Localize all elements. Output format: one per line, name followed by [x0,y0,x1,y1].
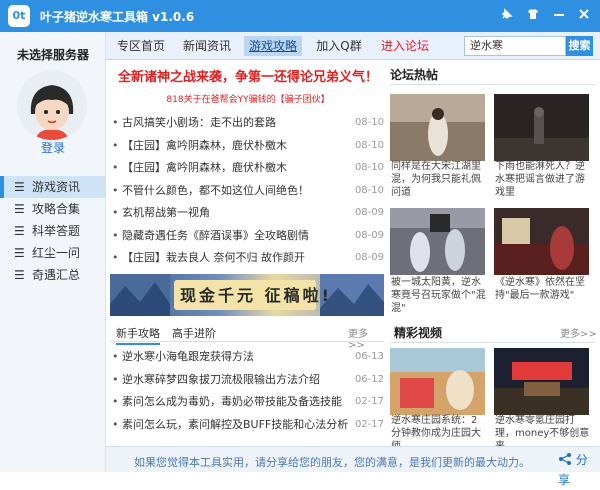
sidebar-item-label: 红尘一问 [32,246,81,260]
video-section-title: 精彩视频 [394,326,443,340]
news-title: 古风搞笑小剧场：走不出的套路 [122,116,276,129]
pin-icon[interactable] [498,7,516,25]
news-date: 08-10 [354,162,384,173]
guide-title: 素问怎么玩，素问解控及BUFF技能和心法分析 [122,417,349,431]
tab-home[interactable]: 专区首页 [112,36,170,56]
guide-list: • 逆水寒小海龟跟宠获得方法 06-13 • 逆水寒碎梦四象拔刀流极限输出方法介绍 06… [112,346,384,436]
banner-text: 现金千元 征稿啦! [180,286,332,305]
sidebar-nav: ☰ 游戏资讯 ☰ 攻略合集 ☰ 科举答题 ☰ 红尘一问 ☰ 奇遇汇总 [0,176,106,286]
divider [390,342,595,343]
news-date: 08-10 [354,184,384,196]
list-item[interactable]: • 逆水寒碎梦四象拔刀流极限输出方法介绍 06-12 [112,369,384,392]
bullet-icon: ☰ [14,180,25,194]
share-button[interactable]: 分享 [552,450,600,487]
minimize-icon[interactable] [550,7,568,25]
bullet-icon: ☰ [14,224,25,238]
news-title: 隐藏奇遇任务《醉酒误事》全攻略剧情 [122,228,309,242]
news-title: 【庄园】禽吟阴森林，鹿伏朴檄木 [122,161,287,174]
forum-caption[interactable]: 《逆水寒》依然在坚持"最后一款游戏" [495,276,591,302]
close-icon[interactable] [575,7,593,25]
news-title: 玄机帮战第一视角 [122,206,210,219]
skin-icon[interactable] [524,7,542,25]
guide-title: 素问怎么成为毒奶，毒奶必带技能及备选技能 [122,395,342,408]
tab-advanced[interactable]: 高手进阶 [172,325,216,341]
forum-caption[interactable]: 同样是在大宋江湖里混，为何我只能礼佩问道 [391,160,487,199]
list-item[interactable]: • 【庄园】栽去良人 奈何不归 故作颜开 08-09 [112,247,384,270]
news-title: 【庄园】禽吟阴森林，鹿伏朴檄木 [122,138,287,152]
tab-join-qq[interactable]: 加入Q群 [310,36,368,56]
share-icon [558,453,576,467]
sidebar: 未选择服务器 登录 ☰ 游戏资讯 ☰ 攻略合集 ☰ 科举答题 ☰ 红尘一问 ☰ 奇遇汇总 [0,32,106,472]
footer-text: 如果您觉得本工具实用，请分享给您的朋友，您的满意，是我们更新的最大动力。 [134,456,530,469]
tab-news[interactable]: 新闻资讯 [178,36,236,56]
guide-date: 06-13 [354,351,384,362]
news-date: 08-09 [354,252,384,263]
bullet-icon: ☰ [14,268,25,282]
window-title: 叶子猪逆水寒工具箱 v1.0.6 [40,10,195,24]
guide-date: 02-17 [354,418,384,430]
sidebar-item-label: 奇遇汇总 [32,268,81,282]
forum-thumb-4[interactable] [494,208,589,275]
active-indicator [0,176,4,198]
list-item[interactable]: • 古风搞笑小剧场：走不出的套路 08-10 [112,112,384,135]
sidebar-item-label: 科举答题 [32,224,81,238]
news-date: 08-09 [354,229,384,241]
sidebar-item-label: 攻略合集 [32,202,81,216]
bullet-icon: ☰ [14,202,25,216]
sidebar-item-game-news[interactable]: ☰ 游戏资讯 [0,176,106,198]
list-item[interactable]: • 素问怎么成为毒奶，毒奶必带技能及备选技能 02-17 [112,391,384,414]
sidebar-item-guides[interactable]: ☰ 攻略合集 [0,198,106,220]
search-button[interactable]: 搜索 [566,36,593,56]
forum-section-title: 论坛热帖 [390,68,439,82]
news-date: 08-09 [354,207,384,218]
tab-forum[interactable]: 进入论坛 [376,36,434,56]
search-input[interactable]: 逆水寒 [464,36,566,56]
video-thumb-2[interactable] [494,348,589,415]
forum-caption[interactable]: 被一城太阳黄，逆水寒竟号召玩家做个"混混" [391,276,487,315]
news-title: 【庄园】栽去良人 奈何不归 故作颜开 [122,251,305,264]
list-item[interactable]: • 素问怎么玩，素问解控及BUFF技能和心法分析 02-17 [112,414,384,437]
bullet-icon: ☰ [14,246,25,260]
footer-bar: 如果您觉得本工具实用，请分享给您的朋友，您的满意，是我们更新的最大动力。 分享 [106,446,600,487]
avatar[interactable] [17,70,87,140]
news-title: 不管什么颜色，都不如这位人间绝色！ [122,183,309,197]
list-item[interactable]: • 隐藏奇遇任务《醉酒误事》全攻略剧情 08-09 [112,225,384,248]
sidebar-item-encounters[interactable]: ☰ 奇遇汇总 [0,264,106,286]
forum-thumb-1[interactable] [390,94,485,161]
tab-beginner[interactable]: 新手攻略 [116,325,160,345]
list-item[interactable]: • 【庄园】禽吟阴森林，鹿伏朴檄木 08-10 [112,135,384,158]
list-item[interactable]: • 不管什么颜色，都不如这位人间绝色！ 08-10 [112,180,384,203]
news-list: • 古风搞笑小剧场：走不出的套路 08-10 • 【庄园】禽吟阴森林，鹿伏朴檄木 08-… [112,112,384,270]
guide-tabs: 新手攻略 高手进阶 更多>> [110,322,384,351]
app-logo: 0t [8,5,30,27]
sidebar-item-label: 游戏资讯 [32,180,81,194]
server-select[interactable]: 未选择服务器 [0,46,106,63]
list-item[interactable]: • 玄机帮战第一视角 08-09 [112,202,384,225]
divider [390,84,595,85]
video-thumb-1[interactable] [390,348,485,415]
promo-banner[interactable]: 现金千元 征稿啦! [110,274,384,316]
login-link[interactable]: 登录 [0,139,106,156]
forum-thumb-2[interactable] [494,94,589,161]
forum-thumb-3[interactable] [390,208,485,275]
sidebar-item-exam[interactable]: ☰ 科举答题 [0,220,106,242]
guide-title: 逆水寒碎梦四象拔刀流极限输出方法介绍 [122,372,320,386]
guide-date: 06-12 [354,373,384,385]
list-item[interactable]: • 逆水寒小海龟跟宠获得方法 06-13 [112,346,384,369]
tab-guides[interactable]: 游戏攻略 [244,36,302,56]
headline[interactable]: 全新诸神之战来袭，争第一还得论兄弟义气！ [110,66,386,85]
forum-caption[interactable]: 下雨也能淋死人？逆水寒把谣言做进了游戏里 [495,160,591,199]
video-more-link[interactable]: 更多>> [560,325,597,340]
list-item[interactable]: • 【庄园】禽吟阴森林，鹿伏朴檄木 08-10 [112,157,384,180]
news-date: 08-10 [354,139,384,151]
guide-title: 逆水寒小海龟跟宠获得方法 [122,350,254,363]
guide-date: 02-17 [354,396,384,407]
title-bar: 0t 叶子猪逆水寒工具箱 v1.0.6 [0,0,600,32]
subheadline[interactable]: 818关于在爸帮会YY骗钱的【骗子团伙】 [110,92,386,105]
sidebar-item-quiz[interactable]: ☰ 红尘一问 [0,242,106,264]
news-date: 08-10 [354,117,384,128]
